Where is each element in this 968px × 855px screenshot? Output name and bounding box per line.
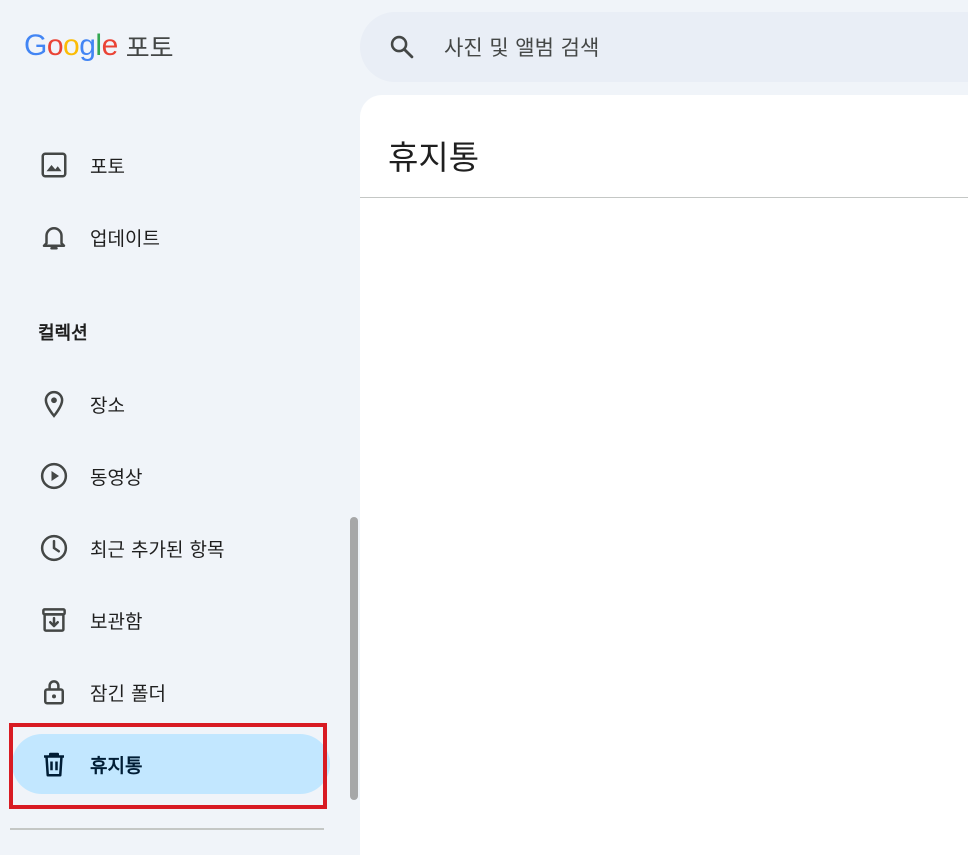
sidebar-item-label: 포토 — [90, 155, 125, 178]
sidebar-divider — [10, 828, 324, 830]
sidebar-item-label: 휴지통 — [90, 754, 143, 777]
sidebar-item-recently-added[interactable]: 최근 추가된 항목 — [12, 518, 330, 578]
photo-icon — [36, 147, 72, 183]
sidebar-item-videos[interactable]: 동영상 — [12, 446, 330, 506]
bell-icon — [36, 219, 72, 255]
sidebar-item-archive[interactable]: 보관함 — [12, 590, 330, 650]
search-icon[interactable] — [388, 33, 416, 61]
google-wordmark: Google — [24, 29, 118, 63]
logo-letter: e — [101, 29, 119, 62]
search-bar[interactable]: 사진 및 앨범 검색 — [360, 12, 968, 82]
main-content: 휴지통 — [360, 95, 968, 855]
play-circle-icon — [36, 458, 72, 494]
search-input[interactable]: 사진 및 앨범 검색 — [444, 32, 599, 62]
sidebar: 포토 업데이트 컬렉션 장소 동영상 최근 추가된 항목 보관함 잠긴 폴더 휴… — [0, 95, 340, 838]
lock-icon — [36, 674, 72, 710]
sidebar-item-locked-folder[interactable]: 잠긴 폴더 — [12, 662, 330, 722]
sidebar-scrollbar[interactable] — [350, 517, 358, 800]
collections-heading: 컬렉션 — [38, 323, 88, 344]
sidebar-item-label: 동영상 — [90, 466, 143, 489]
trash-icon — [36, 746, 72, 782]
logo-letter: g — [79, 29, 96, 62]
sidebar-item-label: 장소 — [90, 394, 125, 417]
sidebar-item-photos[interactable]: 포토 — [12, 135, 330, 195]
sidebar-item-label: 잠긴 폴더 — [90, 682, 166, 705]
logo-letter: o — [63, 29, 80, 62]
sidebar-item-trash[interactable]: 휴지통 — [12, 734, 330, 794]
product-name: 포토 — [125, 33, 174, 64]
sidebar-item-label: 업데이트 — [90, 227, 160, 250]
location-pin-icon — [36, 386, 72, 422]
sidebar-item-updates[interactable]: 업데이트 — [12, 207, 330, 267]
google-photos-logo[interactable]: Google 포토 — [24, 26, 174, 66]
logo-letter: G — [24, 29, 47, 62]
sidebar-item-label: 보관함 — [90, 610, 143, 633]
clock-icon — [36, 530, 72, 566]
logo-letter: o — [46, 29, 64, 62]
sidebar-item-places[interactable]: 장소 — [12, 374, 330, 434]
title-divider — [360, 197, 968, 198]
archive-icon — [36, 602, 72, 638]
page-title: 휴지통 — [388, 138, 480, 177]
sidebar-item-label: 최근 추가된 항목 — [90, 538, 225, 561]
